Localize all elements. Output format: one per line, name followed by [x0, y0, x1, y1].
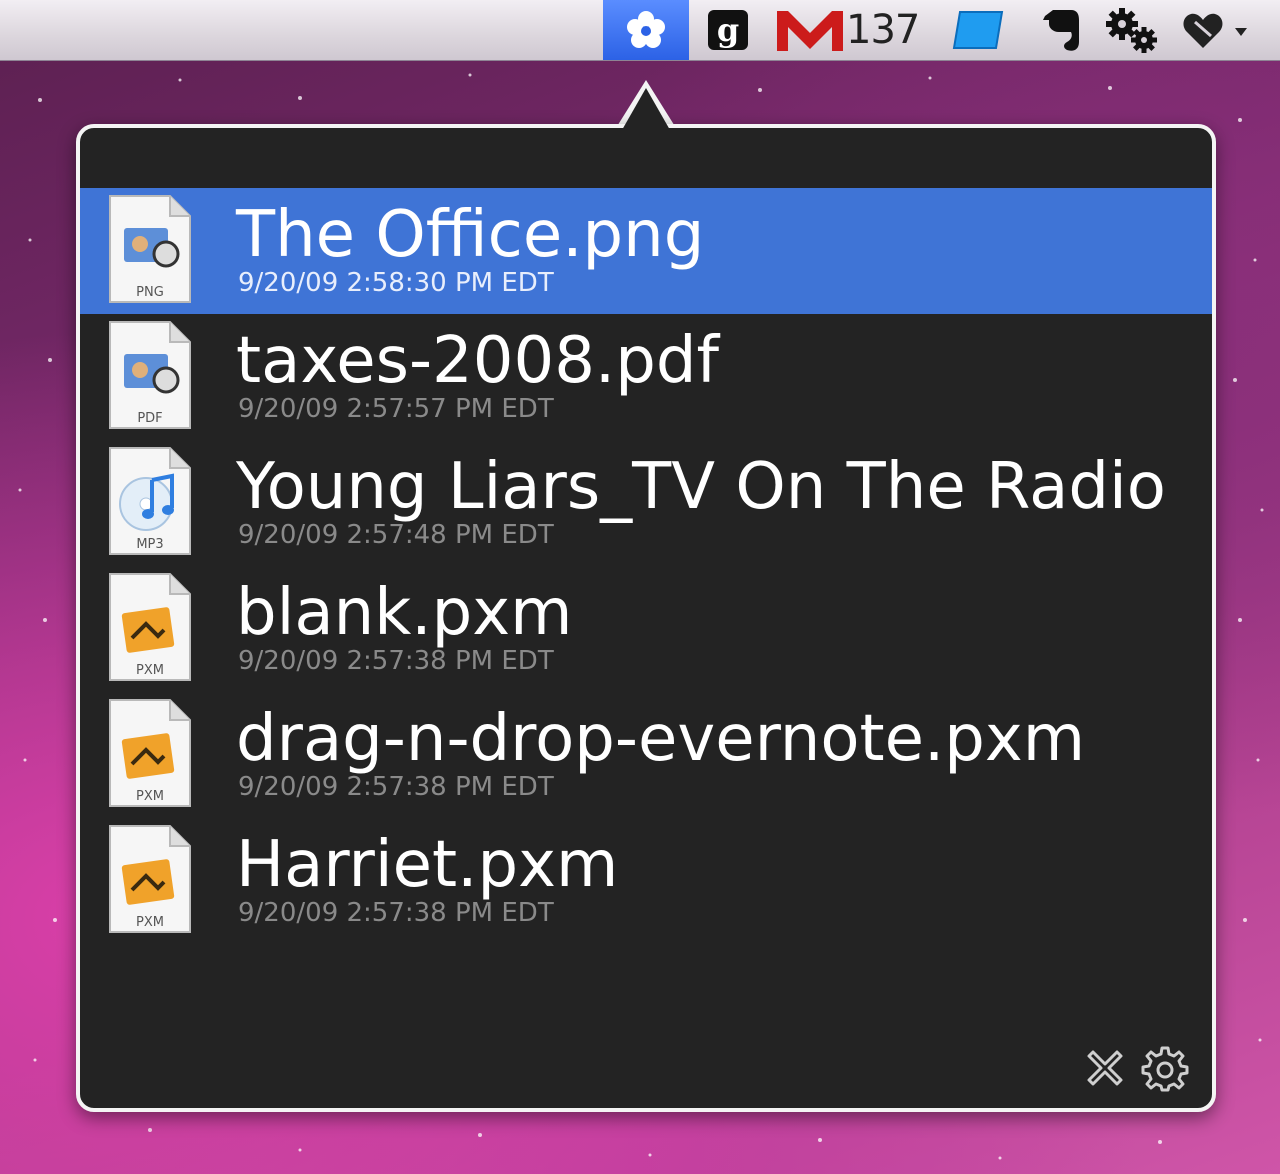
pxm-file-icon: PXM [109, 825, 191, 933]
settings-button[interactable] [1140, 1043, 1190, 1093]
file-date: 9/20/09 2:57:38 PM EDT [238, 772, 554, 802]
list-item[interactable]: PXM Harriet.pxm 9/20/09 2:57:38 PM EDT [80, 818, 1212, 944]
list-item[interactable]: PXM blank.pxm 9/20/09 2:57:38 PM EDT [80, 566, 1212, 692]
popover-arrow-fill [622, 88, 670, 130]
file-date: 9/20/09 2:57:57 PM EDT [238, 394, 554, 424]
file-date: 9/20/09 2:57:38 PM EDT [238, 898, 554, 928]
file-name: taxes-2008.pdf [236, 324, 720, 398]
file-date: 9/20/09 2:58:30 PM EDT [238, 268, 554, 298]
pxm-file-icon: PXM [109, 699, 191, 807]
recent-files-list: PNG The Office.png 9/20/09 2:58:30 PM ED… [80, 188, 1212, 944]
evernote-icon [1043, 10, 1079, 51]
file-type-label: MP3 [136, 537, 163, 552]
file-type-label: PDF [137, 411, 162, 426]
g-menu-item[interactable]: g [703, 0, 753, 60]
list-item[interactable]: PDF taxes-2008.pdf 9/20/09 2:57:57 PM ED… [80, 314, 1212, 440]
flower-icon [627, 11, 665, 48]
file-type-label: PXM [136, 789, 164, 804]
heart-menu-icon [1183, 13, 1247, 49]
heart-menu-item[interactable] [1178, 0, 1254, 60]
file-name: drag-n-drop-evernote.pxm [236, 702, 1086, 776]
list-item[interactable]: PNG The Office.png 9/20/09 2:58:30 PM ED… [80, 188, 1212, 314]
recent-files-popover: PNG The Office.png 9/20/09 2:58:30 PM ED… [76, 124, 1216, 1112]
evernote-menu-item[interactable] [1030, 0, 1090, 60]
gmail-icon [777, 11, 843, 51]
g-icon: g [708, 10, 748, 50]
clear-button[interactable] [1080, 1043, 1130, 1093]
list-item[interactable]: MP3 Young Liars_TV On The Radio 9/20/09 … [80, 440, 1212, 566]
recent-files-menu-item[interactable] [603, 0, 689, 60]
gmail-unread-count: 137 [846, 7, 920, 53]
file-date: 9/20/09 2:57:38 PM EDT [238, 646, 554, 676]
list-item[interactable]: PXM drag-n-drop-evernote.pxm 9/20/09 2:5… [80, 692, 1212, 818]
blue-square-menu-item[interactable] [948, 0, 1008, 60]
file-name: Harriet.pxm [236, 828, 619, 902]
gears-menu-item[interactable] [1100, 0, 1164, 60]
file-name: Young Liars_TV On The Radio [236, 450, 1166, 524]
gear-icon [1141, 1046, 1189, 1092]
file-date: 9/20/09 2:57:48 PM EDT [238, 520, 554, 550]
png-file-icon: PNG [109, 195, 191, 303]
file-name: The Office.png [236, 198, 705, 272]
gears-icon [1106, 8, 1157, 53]
file-type-label: PNG [136, 285, 164, 300]
file-name: blank.pxm [236, 576, 573, 650]
pxm-file-icon: PXM [109, 573, 191, 681]
close-icon [1087, 1050, 1123, 1086]
gmail-menu-item[interactable]: 137 [774, 0, 924, 60]
file-type-label: PXM [136, 663, 164, 678]
blue-square-icon [952, 11, 1004, 49]
mp3-file-icon: MP3 [109, 447, 191, 555]
svg-text:g: g [717, 11, 739, 49]
menu-bar: g 137 [0, 0, 1280, 61]
pdf-file-icon: PDF [109, 321, 191, 429]
file-type-label: PXM [136, 915, 164, 930]
